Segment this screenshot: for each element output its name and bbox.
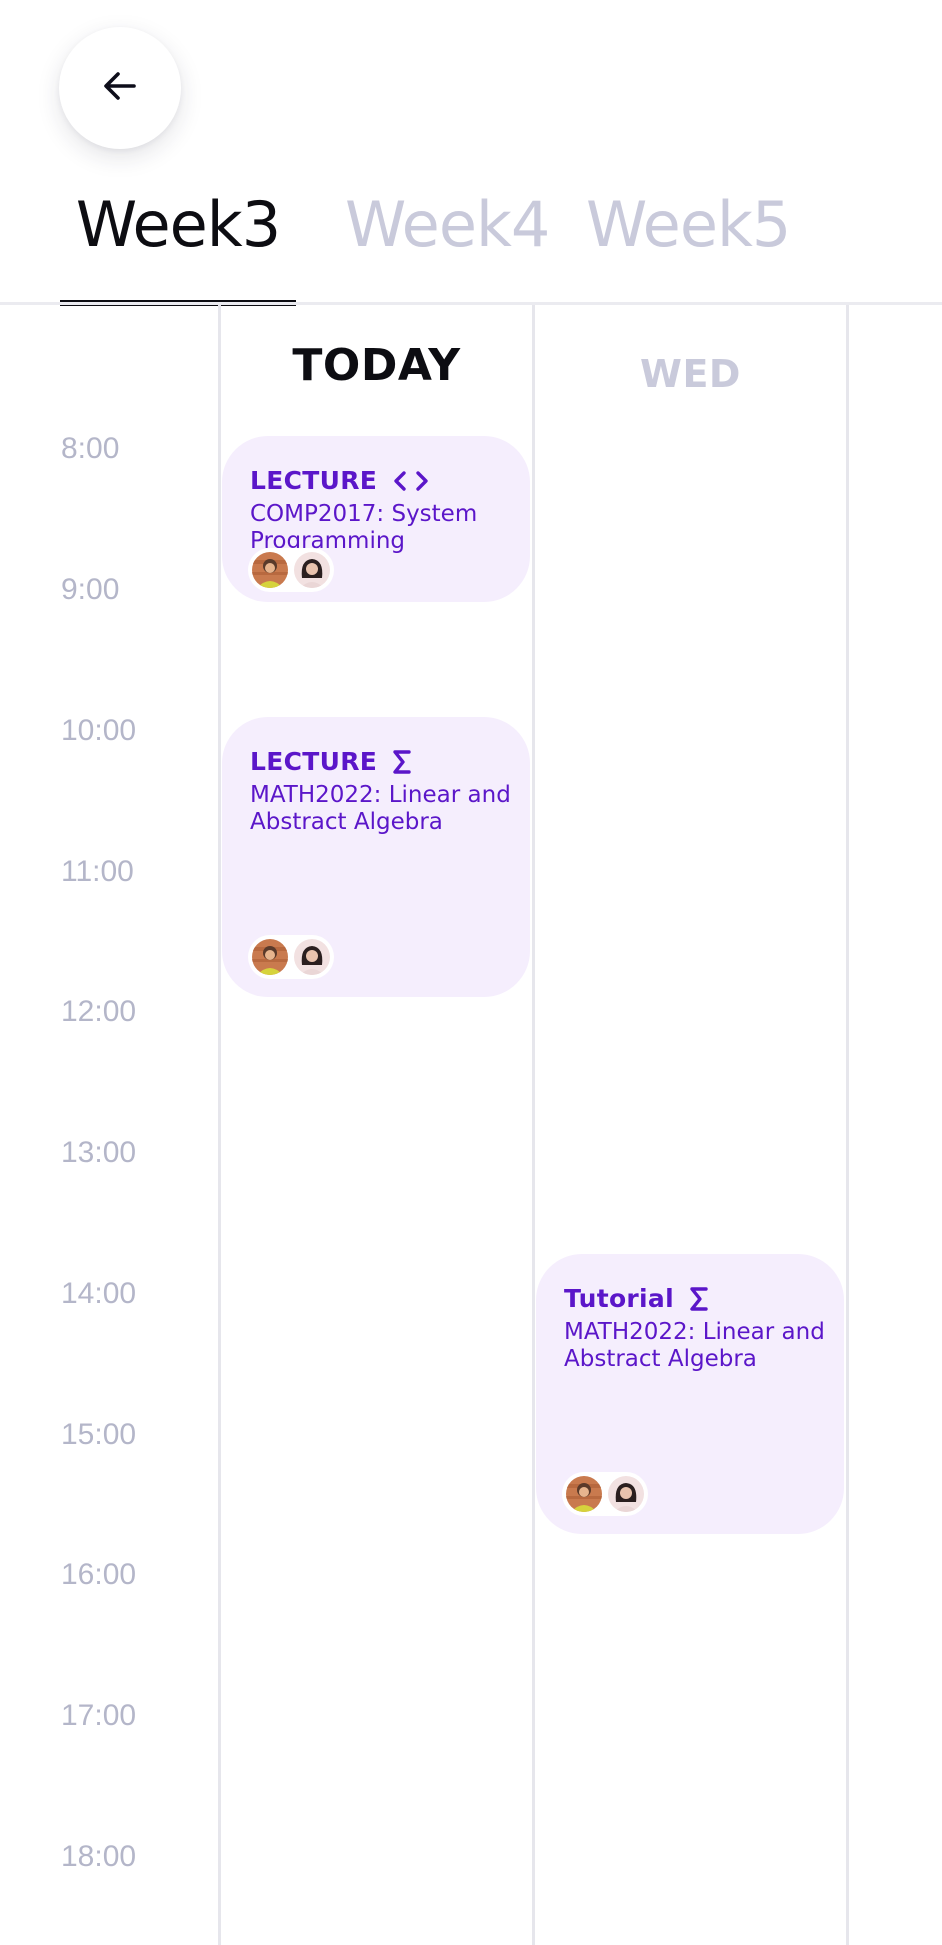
event-type: LECTURE [250,466,378,495]
time-label: 11:00 [61,855,134,888]
event-header: LECTURE [250,747,502,776]
avatar [608,1476,644,1512]
attendee-avatars [248,935,334,979]
tabs-divider [0,302,942,305]
day-header-wed: WED [640,352,741,396]
event-header: Tutorial [564,1284,816,1313]
column-divider [846,305,849,1945]
tab-week3[interactable]: Week3 [60,180,296,306]
column-divider [218,305,221,1945]
time-label: 17:00 [61,1699,137,1732]
event-card-comp2017[interactable]: LECTURE COMP2017: System Programming [222,436,530,602]
event-header: LECTURE [250,466,502,495]
tab-week5-label: Week5 [586,188,791,261]
time-label: 15:00 [61,1418,137,1451]
avatar [294,552,330,588]
event-title: MATH2022: Linear and Abstract Algebra [564,1319,825,1372]
day-header-today: TODAY [292,340,461,391]
attendee-avatars [562,1472,648,1516]
avatar [294,939,330,975]
event-type: Tutorial [564,1284,674,1313]
tab-week5[interactable]: Week5 [586,180,791,304]
attendee-avatars [248,548,334,592]
sigma-icon [688,1286,710,1312]
time-label: 14:00 [61,1277,137,1310]
event-type: LECTURE [250,747,378,776]
avatar [252,552,288,588]
tab-week4-label: Week4 [345,188,550,261]
week-tabs: Week3 Week4 Week5 [0,180,942,306]
time-label: 13:00 [61,1136,137,1169]
tab-week3-label: Week3 [75,188,281,261]
time-label: 8:00 [61,432,120,465]
sigma-icon [391,749,413,775]
event-card-math2022-tutorial[interactable]: Tutorial MATH2022: Linear and Abstract A… [536,1254,844,1534]
event-title: MATH2022: Linear and Abstract Algebra [250,782,511,835]
time-label: 16:00 [61,1558,137,1591]
avatar [566,1476,602,1512]
tab-week4[interactable]: Week4 [345,180,550,304]
arrow-left-icon [100,66,140,110]
timetable-screen: Week3 Week4 Week5 TODAY WED 8:00 9:00 10… [0,0,942,1945]
time-label: 10:00 [61,714,137,747]
back-button[interactable] [59,27,181,149]
time-label: 9:00 [61,573,120,606]
column-divider [532,305,535,1945]
event-card-math2022-lecture[interactable]: LECTURE MATH2022: Linear and Abstract Al… [222,717,530,997]
code-icon [391,470,431,492]
time-label: 12:00 [61,995,137,1028]
event-title: COMP2017: System Programming [250,501,478,554]
time-label: 18:00 [61,1840,137,1873]
avatar [252,939,288,975]
